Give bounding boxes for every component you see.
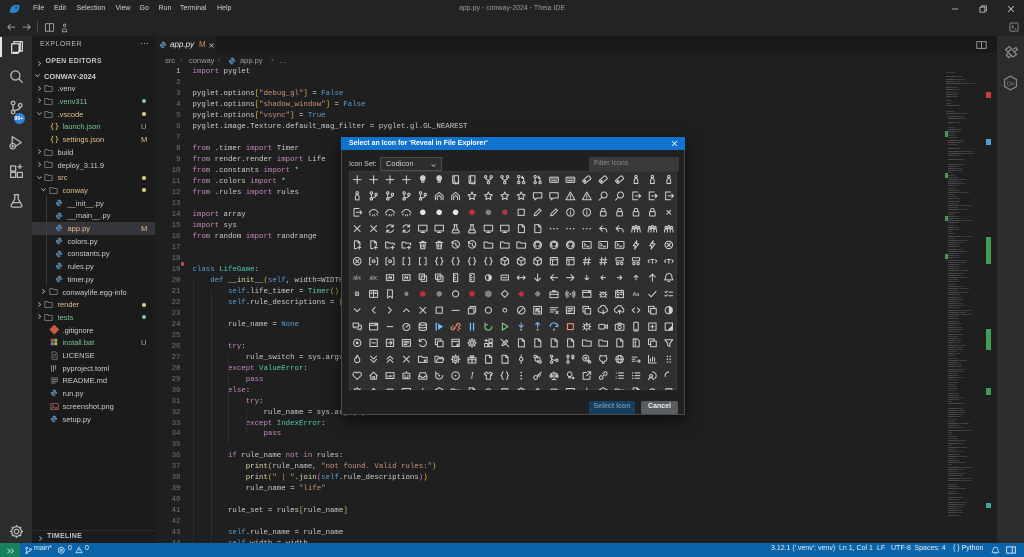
svg-text:Dx: Dx	[1007, 81, 1014, 87]
